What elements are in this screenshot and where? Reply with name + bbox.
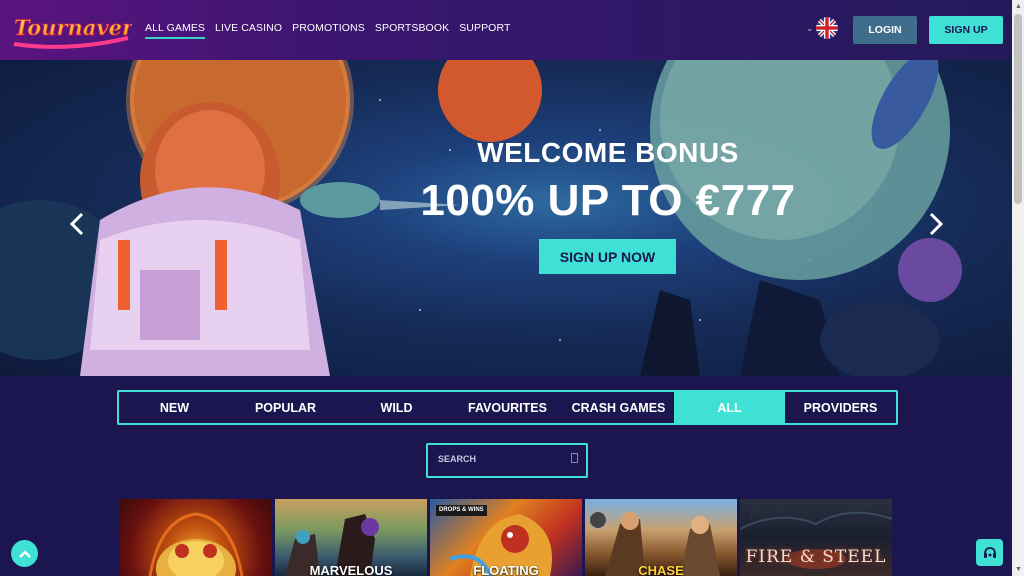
game-grid: MARVELOUS DROPS & WINS FLOATING CHASE FI… (120, 499, 892, 576)
headset-icon (983, 546, 996, 558)
scroll-thumb[interactable] (1014, 14, 1022, 204)
chevron-left-icon[interactable] (68, 210, 86, 243)
nav-promotions[interactable]: PROMOTIONS (292, 22, 365, 39)
scroll-to-top-button[interactable] (11, 540, 38, 567)
game-tile[interactable]: CHASE (585, 499, 737, 576)
search-box (426, 443, 588, 478)
support-chat-button[interactable] (976, 539, 1003, 566)
main-nav: ALL GAMES LIVE CASINO PROMOTIONS SPORTSB… (145, 22, 510, 39)
game-category-tabs: NEW POPULAR WILD FAVOURITES CRASH GAMES … (117, 390, 898, 425)
tab-favourites[interactable]: FAVOURITES (452, 392, 563, 423)
language-selector[interactable]: ⌄ (806, 17, 838, 39)
scroll-up-icon[interactable]: ▲ (1015, 3, 1022, 10)
page-scrollbar[interactable]: ▲ ▼ (1012, 0, 1024, 576)
game-title: FLOATING (473, 563, 539, 576)
hero-banner: WELCOME BONUS 100% UP TO €777 SIGN UP NO… (0, 60, 1012, 376)
nav-sportsbook[interactable]: SPORTSBOOK (375, 22, 449, 39)
game-tile[interactable] (120, 499, 272, 576)
nav-all-games[interactable]: ALL GAMES (145, 22, 206, 39)
chevron-up-icon (18, 549, 31, 558)
drops-wins-badge: DROPS & WINS (436, 505, 487, 516)
game-title: FIRE & STEEL (745, 547, 887, 567)
tab-popular[interactable]: POPULAR (230, 392, 341, 423)
tournaverse-logo[interactable]: Tournaverse (10, 8, 132, 52)
nav-live-casino[interactable]: LIVE CASINO (215, 22, 282, 39)
tab-all[interactable]: ALL (674, 392, 785, 423)
signup-button[interactable]: SIGN UP (929, 16, 1003, 44)
hero-signup-now-button[interactable]: SIGN UP NOW (539, 239, 676, 274)
scroll-down-icon[interactable]: ▼ (1015, 566, 1022, 573)
uk-flag-icon (815, 17, 838, 39)
tab-wild[interactable]: WILD (341, 392, 452, 423)
tab-providers[interactable]: PROVIDERS (785, 392, 896, 423)
search-icon[interactable] (571, 453, 578, 463)
tab-new[interactable]: NEW (119, 392, 230, 423)
nav-support[interactable]: SUPPORT (459, 22, 510, 39)
game-title: CHASE (638, 563, 684, 576)
hero-subtitle: 100% UP TO €777 (420, 176, 796, 225)
logo-text: Tournaverse (14, 15, 132, 40)
hero-title: WELCOME BONUS (477, 137, 739, 168)
game-tile[interactable]: MARVELOUS (275, 499, 427, 576)
chevron-right-icon[interactable] (927, 210, 945, 243)
tab-crash-games[interactable]: CRASH GAMES (563, 392, 674, 423)
game-tile[interactable]: FIRE & STEEL (740, 499, 892, 576)
chevron-down-icon: ⌄ (806, 22, 814, 33)
game-tile[interactable]: DROPS & WINS FLOATING (430, 499, 582, 576)
game-title: MARVELOUS (309, 563, 393, 576)
site-header: Tournaverse ALL GAMES LIVE CASINO PROMOT… (0, 0, 1012, 60)
toad-game-artwork (148, 512, 244, 576)
provider-badge-icon (589, 511, 607, 529)
search-input[interactable] (436, 453, 560, 465)
login-button[interactable]: LOGIN (853, 16, 917, 44)
